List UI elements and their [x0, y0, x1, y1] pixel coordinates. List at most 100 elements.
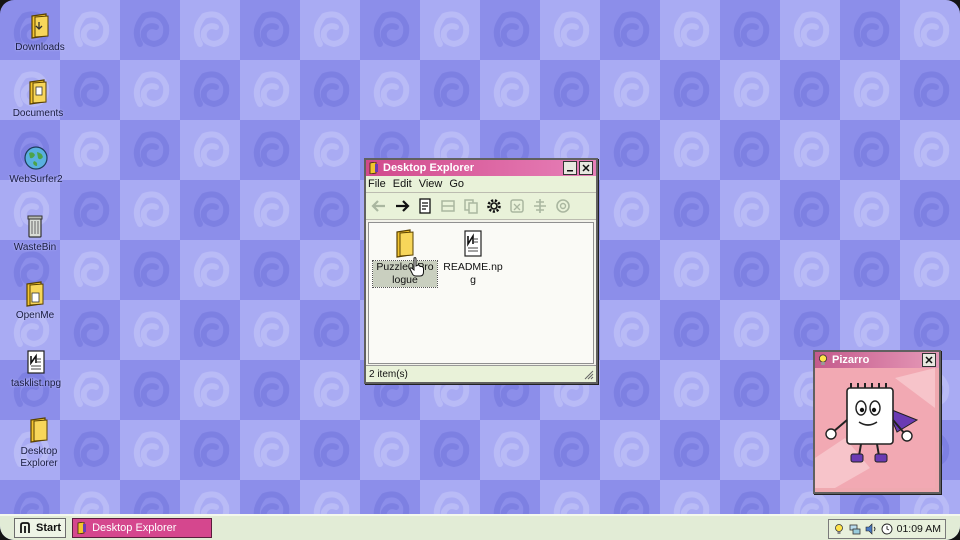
wallpaper-swirl [673, 11, 710, 48]
pizarro-titlebar[interactable]: Pizarro [815, 352, 939, 368]
delete-button[interactable] [506, 195, 528, 217]
menu-view[interactable]: View [419, 178, 443, 190]
menu-edit[interactable]: Edit [393, 178, 412, 190]
folder-explorer-icon [30, 417, 48, 443]
wallpaper-swirl [253, 311, 290, 348]
open-button[interactable] [414, 195, 436, 217]
wallpaper-swirl [733, 371, 770, 408]
forward-button[interactable] [391, 195, 413, 217]
wallpaper-swirl [733, 431, 770, 468]
wallpaper-swirl [853, 251, 890, 288]
desktop-icon-tasklist[interactable]: tasklist.npg [6, 348, 66, 390]
wallpaper-swirl [913, 11, 950, 48]
wallpaper-swirl [673, 371, 710, 408]
wallpaper-swirl [793, 131, 830, 168]
wallpaper-swirl [913, 131, 950, 168]
lightbulb-icon[interactable] [833, 523, 845, 535]
folder-document-icon [26, 281, 44, 307]
close-button[interactable] [579, 161, 593, 175]
wallpaper-swirl [73, 371, 110, 408]
wallpaper-swirl [613, 251, 650, 288]
notepad-icon [27, 350, 45, 374]
wallpaper-swirl [613, 71, 650, 108]
close-icon [925, 356, 933, 364]
window-title: Desktop Explorer [383, 162, 475, 174]
wallpaper-swirl [793, 311, 830, 348]
wallpaper-swirl [613, 131, 650, 168]
hand-cursor-icon [409, 257, 424, 277]
resize-grip-icon[interactable] [584, 370, 594, 380]
clock-time[interactable]: 01:09 AM [897, 523, 941, 535]
wallpaper-swirl [253, 131, 290, 168]
wallpaper-swirl [133, 311, 170, 348]
wallpaper-swirl [73, 71, 110, 108]
wallpaper-swirl [613, 431, 650, 468]
wallpaper-swirl [193, 371, 230, 408]
desktop-icon-label: Downloads [15, 42, 65, 53]
desktop-icon-desktop-explorer[interactable]: Desktop Explorer [9, 416, 69, 470]
wallpaper-swirl [433, 431, 470, 468]
desktop-icon-documents[interactable]: Documents [8, 78, 68, 120]
file-label: Puzzle0-Pro logue [372, 260, 438, 288]
wallpaper-swirl [433, 71, 470, 108]
wallpaper-swirl [193, 251, 230, 288]
wallpaper-swirl [913, 251, 950, 288]
wallpaper-swirl [313, 371, 350, 408]
wallpaper-swirl [493, 71, 530, 108]
toolbar [366, 192, 596, 220]
wallpaper-swirl [73, 491, 110, 516]
wallpaper-swirl [493, 11, 530, 48]
file-label: README.np g [441, 261, 505, 287]
file-item-puzzle0-prologue[interactable]: Puzzle0-Pro logue [372, 229, 438, 288]
desktop-icon-downloads[interactable]: Downloads [10, 12, 70, 54]
trash-icon [510, 199, 524, 213]
wallpaper-swirl [253, 71, 290, 108]
wallpaper-swirl [793, 491, 830, 516]
start-button[interactable]: Start [14, 518, 67, 538]
desktop-icon-label: WasteBin [13, 242, 57, 253]
wallpaper-swirl [133, 371, 170, 408]
cut-button[interactable] [437, 195, 459, 217]
wallpaper-swirl [313, 251, 350, 288]
menu-file[interactable]: File [368, 178, 386, 190]
wallpaper-swirl [373, 71, 410, 108]
wallpaper-swirl [313, 191, 350, 228]
desktop-icon-label: tasklist.npg [10, 378, 62, 389]
wallpaper-swirl [913, 191, 950, 228]
explorer-app-icon [369, 162, 378, 174]
network-icon[interactable] [849, 523, 861, 535]
settings-button[interactable] [483, 195, 505, 217]
file-item-readme[interactable]: README.np g [441, 229, 505, 287]
desktop-icon-openme[interactable]: OpenMe [5, 280, 65, 322]
back-button[interactable] [368, 195, 390, 217]
explorer-window[interactable]: Desktop Explorer File Edit View Go Puzzl… [364, 158, 598, 384]
menu-go[interactable]: Go [449, 178, 464, 190]
wallpaper-swirl [13, 491, 50, 516]
wallpaper-swirl [793, 191, 830, 228]
desktop-icon-wastebin[interactable]: WasteBin [5, 212, 65, 254]
wallpaper-swirl [253, 251, 290, 288]
desktop-icon-websurfer[interactable]: WebSurfer2 [6, 144, 66, 186]
explorer-titlebar[interactable]: Desktop Explorer [366, 160, 596, 176]
file-pane[interactable]: Puzzle0-Pro logue README.np g [368, 222, 594, 364]
wallpaper-swirl [253, 491, 290, 516]
trash-can-icon [27, 215, 43, 238]
refresh-button[interactable] [552, 195, 574, 217]
taskbar-item-desktop-explorer[interactable]: Desktop Explorer [72, 518, 213, 538]
copy-button[interactable] [460, 195, 482, 217]
wallpaper-swirl [913, 491, 950, 516]
wallpaper-swirl [193, 71, 230, 108]
wallpaper-swirl [853, 491, 890, 516]
wallpaper-swirl [613, 491, 650, 516]
document-view-icon [419, 198, 431, 214]
wallpaper-swirl [73, 311, 110, 348]
notepad-icon [464, 230, 482, 257]
minimize-button[interactable] [563, 161, 577, 175]
globe-icon [24, 146, 48, 170]
pizarro-window[interactable]: Pizarro [813, 350, 941, 494]
pizarro-close-button[interactable] [922, 353, 936, 367]
file-label-line2: g [470, 274, 476, 286]
wallpaper-swirl [133, 71, 170, 108]
properties-button[interactable] [529, 195, 551, 217]
volume-icon[interactable] [865, 523, 877, 535]
